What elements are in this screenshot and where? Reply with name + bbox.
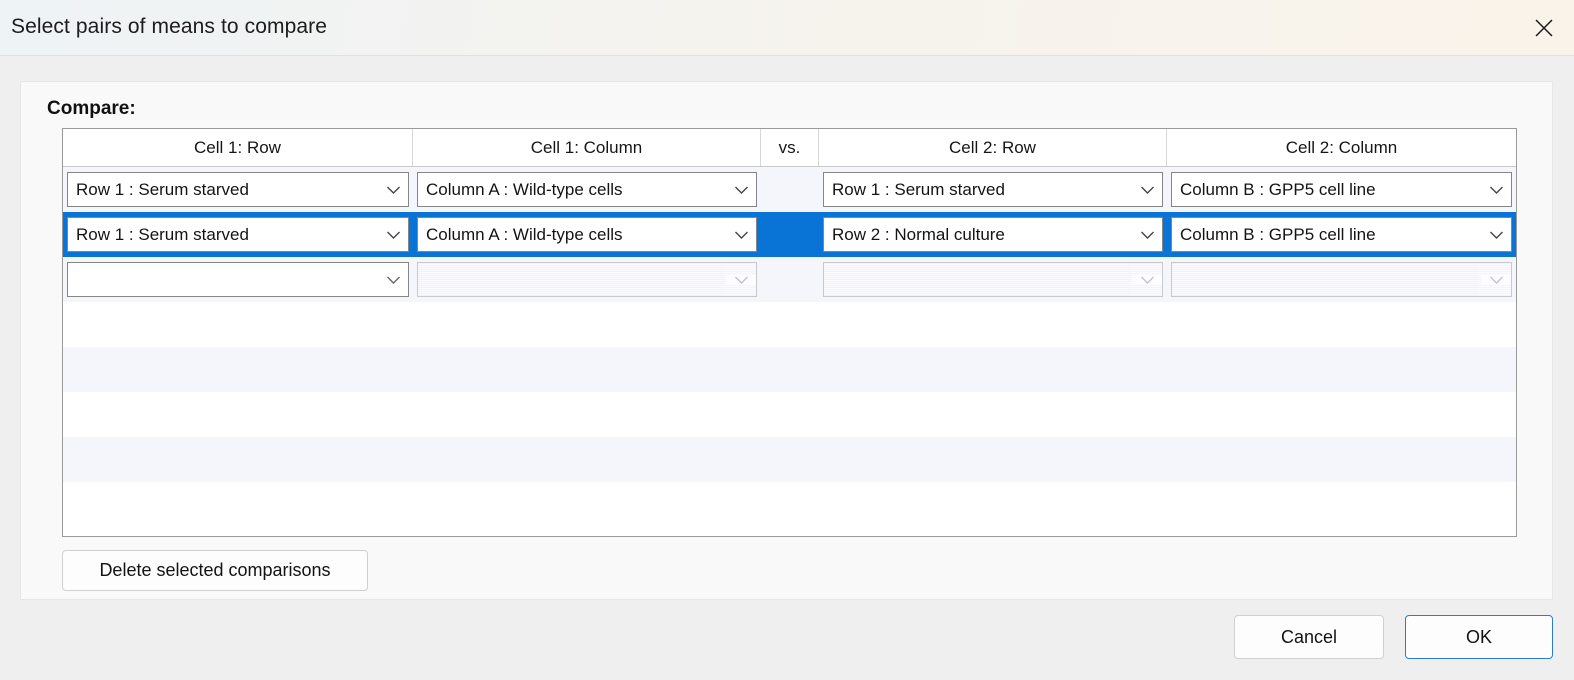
table-row[interactable]	[63, 347, 1516, 392]
combo-value: Column A : Wild-type cells	[426, 224, 623, 244]
header-cell2-row: Cell 2: Row	[819, 129, 1167, 166]
delete-selected-comparisons-button[interactable]: Delete selected comparisons	[62, 550, 368, 591]
combo-cell1-row[interactable]	[67, 262, 409, 297]
dialog-titlebar: Select pairs of means to compare	[0, 0, 1574, 56]
table-row[interactable]	[63, 302, 1516, 347]
chevron-down-icon	[378, 275, 408, 285]
dialog-title: Select pairs of means to compare	[11, 15, 328, 38]
row-cell1-row[interactable]: Row 1 : Serum starved	[63, 212, 413, 257]
chevron-down-icon	[1481, 274, 1511, 285]
combo-cell1-row[interactable]: Row 1 : Serum starved	[67, 172, 409, 207]
combo-cell1-column	[417, 262, 757, 297]
close-icon[interactable]	[1514, 0, 1574, 55]
header-cell1-column: Cell 1: Column	[413, 129, 761, 166]
combo-cell1-row[interactable]: Row 1 : Serum starved	[67, 217, 409, 252]
table-row[interactable]	[63, 482, 1516, 527]
combo-cell2-row	[823, 262, 1163, 297]
chevron-down-icon	[1132, 185, 1162, 195]
combo-value: Row 2 : Normal culture	[832, 224, 1005, 244]
row-cell2-row[interactable]: Row 2 : Normal culture	[819, 212, 1167, 257]
chevron-down-icon	[726, 230, 756, 240]
compare-label: Compare:	[47, 98, 136, 119]
combo-cell1-column[interactable]: Column A : Wild-type cells	[417, 217, 757, 252]
combo-cell2-column[interactable]: Column B : GPP5 cell line	[1171, 172, 1512, 207]
comparisons-grid: Cell 1: Row Cell 1: Column vs. Cell 2: R…	[62, 128, 1517, 537]
table-row[interactable]	[63, 392, 1516, 437]
chevron-down-icon	[378, 230, 408, 240]
combo-value: Column B : GPP5 cell line	[1180, 224, 1376, 244]
combo-cell2-row[interactable]: Row 1 : Serum starved	[823, 172, 1163, 207]
grid-body: Row 1 : Serum starved Column A : Wild-ty…	[63, 167, 1516, 527]
disabled-fill	[824, 263, 1130, 296]
ok-button[interactable]: OK	[1405, 615, 1553, 659]
combo-value: Row 1 : Serum starved	[76, 179, 249, 199]
combo-cell1-column[interactable]: Column A : Wild-type cells	[417, 172, 757, 207]
combo-value: Column B : GPP5 cell line	[1180, 179, 1376, 199]
header-cell1-row: Cell 1: Row	[63, 129, 413, 166]
row-cell2-column[interactable]: Column B : GPP5 cell line	[1167, 212, 1516, 257]
row-cell1-column[interactable]: Column A : Wild-type cells	[413, 212, 761, 257]
dialog-footer: Cancel OK	[1234, 615, 1553, 659]
header-cell2-column: Cell 2: Column	[1285, 137, 1398, 157]
chevron-down-icon	[726, 185, 756, 195]
chevron-down-icon	[1481, 230, 1511, 240]
combo-value: Column A : Wild-type cells	[426, 179, 623, 199]
cancel-button[interactable]: Cancel	[1234, 615, 1384, 659]
table-row[interactable]: Row 1 : Serum starved Column A : Wild-ty…	[63, 167, 1516, 212]
header-vs: vs.	[761, 129, 819, 166]
compare-panel: Compare: Cell 1: Row Cell 1: Column vs. …	[20, 81, 1553, 600]
combo-cell2-row[interactable]: Row 2 : Normal culture	[823, 217, 1163, 252]
row-cell1-row[interactable]	[63, 257, 413, 302]
row-vs-cell	[761, 257, 819, 302]
chevron-down-icon	[378, 185, 408, 195]
combo-cell2-column[interactable]: Column B : GPP5 cell line	[1171, 217, 1512, 252]
row-cell2-column[interactable]: Column B : GPP5 cell line	[1167, 167, 1516, 212]
table-row[interactable]	[63, 257, 1516, 302]
row-cell1-row[interactable]: Row 1 : Serum starved	[63, 167, 413, 212]
chevron-down-icon	[726, 274, 756, 285]
row-cell2-row	[819, 257, 1167, 302]
chevron-down-icon	[1132, 230, 1162, 240]
row-vs-cell[interactable]	[761, 167, 819, 212]
disabled-fill	[1172, 263, 1479, 296]
chevron-down-icon	[1481, 185, 1511, 195]
row-cell2-column	[1167, 257, 1516, 302]
grid-header-row: Cell 1: Row Cell 1: Column vs. Cell 2: R…	[63, 129, 1516, 167]
row-cell2-row[interactable]: Row 1 : Serum starved	[819, 167, 1167, 212]
combo-value: Row 1 : Serum starved	[76, 224, 249, 244]
combo-value: Row 1 : Serum starved	[832, 179, 1005, 199]
combo-cell2-column	[1171, 262, 1512, 297]
disabled-fill	[418, 263, 724, 296]
row-vs-cell[interactable]	[761, 212, 819, 257]
table-row[interactable]	[63, 437, 1516, 482]
row-cell1-column[interactable]: Column A : Wild-type cells	[413, 167, 761, 212]
table-row[interactable]: Row 1 : Serum starved Column A : Wild-ty…	[63, 212, 1516, 257]
row-cell1-column	[413, 257, 761, 302]
chevron-down-icon	[1132, 274, 1162, 285]
